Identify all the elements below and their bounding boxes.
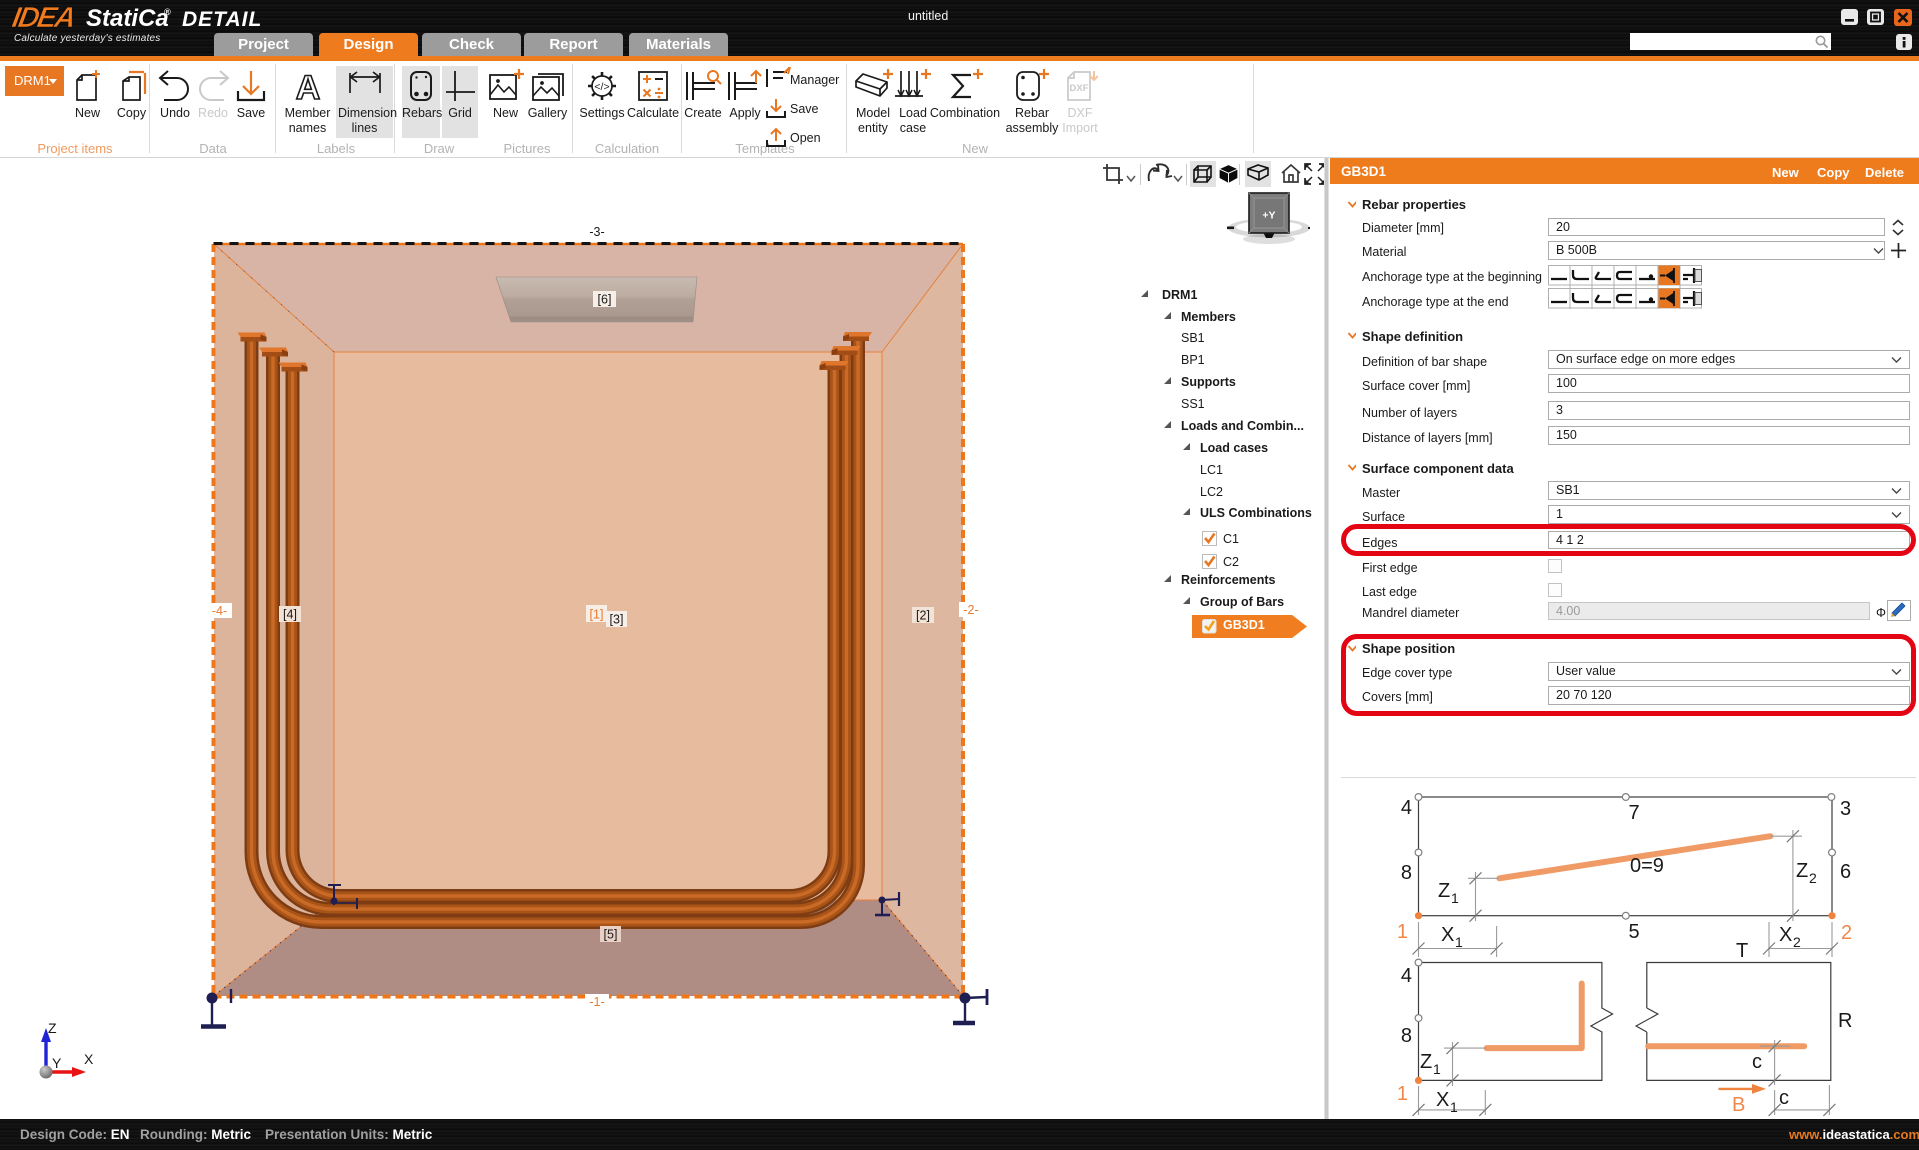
svg-text:T: T xyxy=(1736,940,1748,962)
svg-text:-3-: -3- xyxy=(589,225,604,239)
svg-text:-4-: -4- xyxy=(212,604,227,618)
svg-text:[3]: [3] xyxy=(610,613,624,627)
svg-text:</>: </> xyxy=(594,81,609,93)
svg-text:[4]: [4] xyxy=(283,608,297,622)
svg-text:5: 5 xyxy=(1628,921,1639,943)
svg-text:-1-: -1- xyxy=(589,995,604,1009)
svg-text:R: R xyxy=(1838,1010,1852,1032)
svg-text:B: B xyxy=(1732,1094,1745,1116)
svg-text:X: X xyxy=(1779,924,1792,946)
svg-text:Z: Z xyxy=(1796,860,1808,882)
svg-text:[5]: [5] xyxy=(604,928,618,942)
svg-text:X: X xyxy=(1441,924,1454,946)
svg-text:1: 1 xyxy=(1397,1083,1408,1105)
svg-text:Z: Z xyxy=(48,1020,57,1036)
svg-text:1: 1 xyxy=(1397,921,1408,943)
svg-text:2: 2 xyxy=(1793,934,1801,950)
svg-text:8: 8 xyxy=(1401,1025,1412,1047)
svg-text:1: 1 xyxy=(1451,890,1459,906)
svg-text:0=9: 0=9 xyxy=(1630,855,1664,877)
svg-text:3: 3 xyxy=(1840,798,1851,820)
svg-text:c: c xyxy=(1752,1051,1762,1073)
svg-text:[1]: [1] xyxy=(590,608,604,622)
svg-text:Y: Y xyxy=(52,1055,62,1071)
svg-text:4: 4 xyxy=(1401,797,1412,819)
svg-text:c: c xyxy=(1779,1087,1789,1109)
svg-text:A: A xyxy=(295,69,320,103)
svg-text:2: 2 xyxy=(1841,922,1852,944)
svg-text:X: X xyxy=(1436,1089,1449,1111)
svg-text:StatiCa: StatiCa xyxy=(86,5,169,32)
svg-text:1: 1 xyxy=(1450,1099,1458,1115)
svg-text:X: X xyxy=(84,1051,94,1067)
svg-text:®: ® xyxy=(164,7,171,17)
svg-text:2: 2 xyxy=(1809,870,1817,886)
svg-text:1: 1 xyxy=(1433,1061,1441,1077)
svg-text:4: 4 xyxy=(1401,965,1412,987)
svg-text:7: 7 xyxy=(1628,802,1639,824)
svg-text:8: 8 xyxy=(1401,862,1412,884)
svg-text:[2]: [2] xyxy=(916,609,930,623)
svg-text:1: 1 xyxy=(1455,934,1463,950)
svg-text:IDEA: IDEA xyxy=(12,4,77,32)
svg-text:[6]: [6] xyxy=(598,293,612,307)
svg-text:+Y: +Y xyxy=(1262,210,1275,222)
svg-text:Z: Z xyxy=(1438,880,1450,902)
svg-text:6: 6 xyxy=(1840,861,1851,883)
svg-text:DXF: DXF xyxy=(1070,83,1089,94)
svg-text:DETAIL: DETAIL xyxy=(182,8,262,31)
svg-text:Z: Z xyxy=(1420,1051,1432,1073)
svg-text:-2-: -2- xyxy=(963,603,978,617)
